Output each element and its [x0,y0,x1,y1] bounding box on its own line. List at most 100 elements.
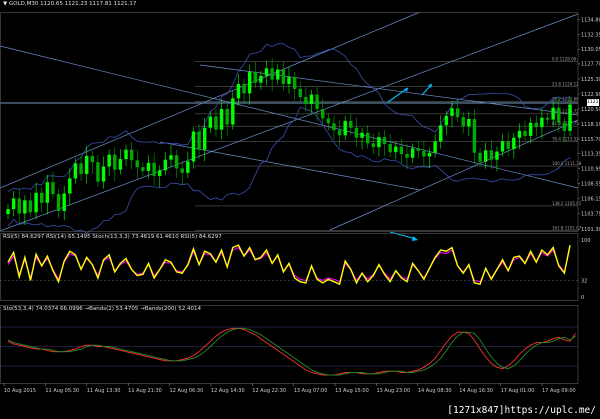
time-tick-label: 11 Aug 21:30 [128,388,162,394]
candle-body [231,98,235,125]
candle-body [253,72,257,83]
candle-body [354,127,359,138]
candle-body [214,116,218,130]
candle-body [247,72,252,94]
candle-body [62,193,66,211]
candle-body [321,108,325,119]
candle-body [101,166,106,182]
candle-body [495,151,499,160]
candle-body [540,117,544,128]
candle-body [6,209,10,215]
candle-body [360,132,364,138]
candle-body [478,152,482,162]
panel-frame [0,233,579,301]
candle-body [512,137,516,150]
candle-body [287,77,291,84]
candle-body [365,132,370,144]
rsi-divergence-arrow [389,231,417,240]
candle-body [174,155,179,169]
candle-body [186,161,190,173]
candle-body [545,117,550,120]
candle-body [500,141,505,152]
fib-level-label: 161.8 1101.07 [552,226,582,231]
fib-level-label: 0.0 1128.06 [552,57,577,62]
candle-body [40,192,44,203]
price-tick-label: 1122.90 [581,92,600,98]
time-tick-label: 14 Aug 16:30 [459,388,493,394]
candle-body [388,144,392,153]
axes: 1134.80 1132.35 1130.05 1127.70 1125.30 1122.… [0,12,600,394]
candle-body [79,163,83,175]
candle-body [416,148,420,151]
candle-body [427,152,432,157]
rsi-tick-label: 32 [581,278,587,284]
time-tick-label: 11 Aug 05:30 [45,388,79,394]
candle-body [113,154,117,170]
fib-level-label: 23.6 1124.12 [552,81,579,86]
price-tick-label: 1113.35 [581,152,600,158]
price-tick-label: 1118.10 [581,122,600,128]
time-tick-label: 17 Aug 09:00 [542,388,576,394]
symbol-bar: ▼ GOLD,M30 1120.65 1121.23 1117.81 1121.… [3,1,136,7]
candle-body [17,198,21,214]
rsi-series-line [7,244,571,286]
candle-body [259,75,263,83]
candle-body [28,200,33,213]
trend-line [0,11,421,189]
price-panel: 0.0 1128.0623.6 1124.1238.2 1121.6850.0 … [0,11,582,234]
candle-body [90,155,95,163]
candle-body [225,108,229,125]
candle-body [11,198,16,210]
candle-body [517,130,522,138]
candle-body [410,148,415,158]
candle-body [146,162,151,171]
fib-level-label: 76.4 1115.32 [552,136,579,141]
candle-body [118,159,123,170]
ohlc-readout: 1120.65 1121.23 1117.81 1121.17 [40,1,137,7]
candle-body [382,137,387,145]
candle-body [45,182,50,203]
candle-body [534,122,538,128]
candle-body [523,130,527,136]
candle-body [107,154,111,167]
candle-body [158,170,162,176]
candle-body [96,162,100,182]
time-tick-label: 13 Aug 15:00 [335,388,369,394]
candle-body [450,108,454,116]
candle-body [56,194,61,211]
time-tick-label: 11 Aug 13:30 [87,388,121,394]
panel-frame [0,305,579,384]
watermark: [1271x847]https://uplc.me/ [447,405,596,416]
rsi-tick-label: 100 [581,238,591,244]
time-tick-label: 12 Aug 14:30 [211,388,245,394]
candle-body [343,120,347,136]
stochastic-header: Sto(53,3,4) 74.0374 66.0996 →Bands(2) 53… [3,306,202,312]
candle-body [129,149,134,161]
candle-body [528,122,533,136]
candle-body [394,146,398,153]
price-tick-label: 1134.80 [581,17,600,23]
time-tick-label: 13 Aug 07:00 [294,388,328,394]
candle-body [433,141,437,153]
price-tick-label: 1130.05 [581,47,600,53]
candle-body [281,69,286,84]
price-tick-label: 1132.35 [581,33,600,39]
candle-body [422,150,426,157]
candle-body [208,116,213,128]
time-tick-label: 12 Aug 22:30 [252,388,286,394]
candle-body [124,149,128,160]
candle-body [483,150,488,162]
candle-body [315,94,319,109]
candle-body [292,77,297,89]
fib-level-label: 100.0 1111.38 [552,161,582,166]
time-tick-label: 12 Aug 06:30 [170,388,204,394]
candle-body [264,68,269,76]
time-tick-label: 14 Aug 08:30 [418,388,452,394]
price-tick-label: 1108.55 [581,182,600,188]
candle-body [51,182,55,195]
candle-body [236,83,241,99]
candle-body [467,118,471,127]
candle-body [332,123,336,131]
candle-body [337,130,342,136]
candle-body [270,68,274,80]
